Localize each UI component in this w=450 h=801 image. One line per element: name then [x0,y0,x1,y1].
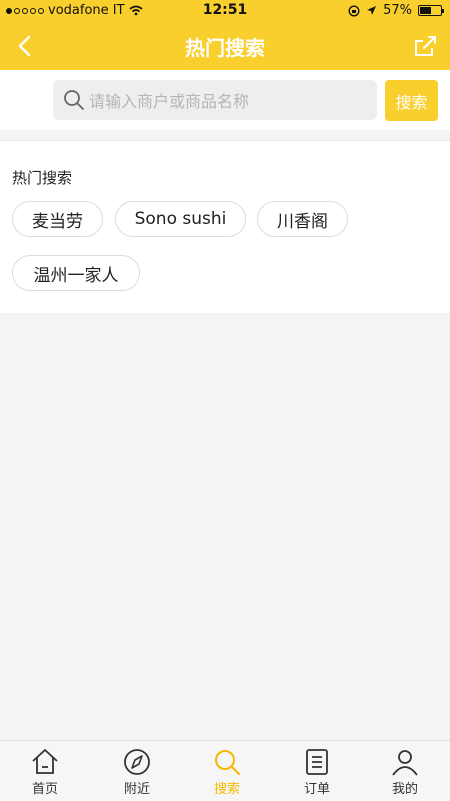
tab-label: 首页 [31,782,58,797]
tab-label: 我的 [391,782,418,797]
home-icon [32,749,58,774]
status-right: 57% [348,3,444,18]
hot-tag[interactable]: Sono sushi [115,201,246,237]
search-button[interactable]: 搜索 [385,80,438,121]
order-list-icon [306,749,328,775]
tab-label: 附近 [123,782,150,797]
location-icon [367,6,377,15]
tab-me[interactable]: 我的 [360,741,450,801]
battery-percent: 57% [383,3,412,18]
hot-tag[interactable]: 麦当劳 [12,201,103,237]
compass-icon [124,749,150,775]
tab-label: 搜索 [213,782,240,797]
share-icon[interactable] [410,31,440,61]
hot-search-section: 热门搜索 麦当劳 Sono sushi 川香阁 温州一家人 [0,140,450,313]
battery-icon [418,5,444,16]
person-icon [392,750,418,776]
tab-search[interactable]: 搜索 [182,741,272,801]
search-icon [215,750,240,775]
hot-tag[interactable]: 川香阁 [257,201,348,237]
hot-tag[interactable]: 温州一家人 [12,255,140,291]
tab-label: 订单 [303,782,330,797]
status-bar: vodafone IT 12:51 57% [0,0,450,22]
tab-bar: 首页 附近 搜索 订单 我的 [0,740,450,801]
tab-home[interactable]: 首页 [0,741,90,801]
search-bar: 搜索 [0,70,450,130]
tab-orders[interactable]: 订单 [272,741,362,801]
rotation-lock-icon [348,5,360,16]
page-title: 热门搜索 [185,36,265,60]
search-icon [64,90,84,110]
search-input[interactable] [87,80,371,122]
nav-bar: 热门搜索 [0,22,450,70]
search-box[interactable] [53,80,377,122]
hot-search-label: 热门搜索 [12,169,73,187]
tab-nearby[interactable]: 附近 [92,741,182,801]
